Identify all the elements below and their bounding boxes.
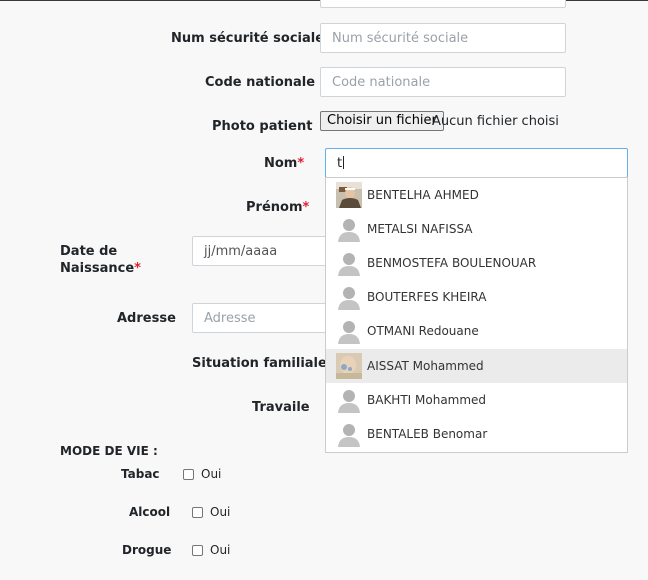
autocomplete-item-name: BENTALEB Benomar: [367, 427, 488, 441]
travaile-label: Travaile: [252, 400, 310, 415]
num-securite-input[interactable]: Num sécurité sociale: [320, 23, 566, 53]
autocomplete-item[interactable]: BENTELHA AHMED: [326, 178, 627, 212]
alcool-label: Alcool: [129, 505, 171, 519]
situation-familiale-label: Situation familiale: [192, 356, 327, 371]
tabac-checkbox[interactable]: [183, 469, 194, 480]
nom-label-text: Nom: [264, 156, 298, 171]
autocomplete-item[interactable]: OTMANI Redouane: [326, 314, 627, 348]
alcool-checkbox[interactable]: [192, 507, 203, 518]
alcool-option-label: Oui: [210, 505, 231, 519]
nom-input[interactable]: t: [325, 148, 628, 178]
choose-file-button[interactable]: Choisir un fichier: [320, 111, 444, 131]
required-mark: *: [134, 261, 141, 276]
prenom-label-text: Prénom: [246, 200, 303, 215]
autocomplete-item-name: METALSI NAFISSA: [367, 222, 473, 236]
date-naissance-label-line2: Naissance: [60, 261, 135, 276]
code-nationale-label: Code nationale: [205, 75, 316, 90]
default-user-icon: [336, 318, 362, 344]
default-user-icon: [336, 421, 362, 447]
tabac-option-label: Oui: [201, 467, 222, 481]
tabac-label: Tabac: [121, 467, 160, 481]
default-user-icon: [336, 216, 362, 242]
autocomplete-item[interactable]: BOUTERFES KHEIRA: [326, 280, 627, 314]
default-user-icon: [336, 250, 362, 276]
autocomplete-item-name: BAKHTI Mohammed: [367, 393, 487, 407]
photo-avatar-icon: [336, 182, 362, 208]
date-naissance-label: Naissance*: [60, 261, 141, 276]
nom-label: Nom*: [264, 156, 304, 171]
code-nationale-input[interactable]: Code nationale: [320, 67, 566, 97]
adresse-label: Adresse: [117, 311, 176, 326]
drogue-checkbox[interactable]: [192, 545, 203, 556]
nom-input-value: t: [337, 156, 343, 171]
required-mark: *: [297, 156, 305, 171]
autocomplete-item-name: OTMANI Redouane: [367, 324, 479, 338]
drogue-option-label: Oui: [210, 543, 231, 557]
patient-autocomplete-dropdown: BENTELHA AHMED METALSI NAFISSA BENMOSTEF…: [325, 177, 628, 453]
autocomplete-item[interactable]: BENMOSTEFA BOULENOUAR: [326, 246, 627, 280]
date-naissance-label-line1: Date de: [60, 244, 118, 259]
photo-avatar-icon: [336, 353, 362, 379]
autocomplete-item-name: BOUTERFES KHEIRA: [367, 290, 487, 304]
prenom-label: Prénom*: [246, 200, 309, 215]
text-caret: [343, 156, 345, 169]
default-user-icon: [336, 284, 362, 310]
mode-de-vie-title: MODE DE VIE :: [60, 444, 158, 458]
autocomplete-item-name: AISSAT Mohammed: [367, 359, 484, 373]
num-securite-label: Num sécurité sociale: [171, 31, 325, 46]
autocomplete-item[interactable]: BAKHTI Mohammed: [326, 383, 627, 417]
required-mark: *: [302, 200, 310, 215]
drogue-label: Drogue: [122, 543, 172, 557]
autocomplete-item[interactable]: BENTALEB Benomar: [326, 417, 627, 451]
autocomplete-item[interactable]: METALSI NAFISSA: [326, 212, 627, 246]
previous-field-input[interactable]: [320, 0, 566, 8]
default-user-icon: [336, 387, 362, 413]
autocomplete-item-name: BENTELHA AHMED: [367, 188, 479, 202]
autocomplete-item-highlighted[interactable]: AISSAT Mohammed: [326, 349, 627, 383]
photo-patient-label: Photo patient: [212, 119, 313, 134]
autocomplete-item-name: BENMOSTEFA BOULENOUAR: [367, 256, 537, 270]
file-status-text: Aucun fichier choisi: [432, 114, 559, 129]
